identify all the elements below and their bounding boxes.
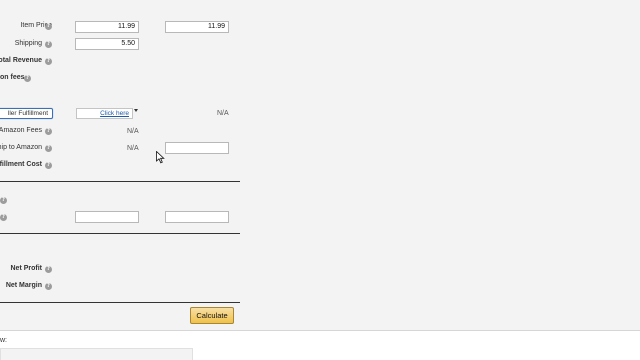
help-icon[interactable]: ? [45, 162, 52, 169]
section-divider [0, 181, 240, 182]
net-margin-label: Net Margin [5, 282, 42, 289]
section-divider [0, 302, 240, 303]
help-icon[interactable]: ? [45, 145, 52, 152]
help-icon[interactable]: ? [45, 41, 52, 48]
revenue-calculator: Item Price ? 11.99 11.99 Shipping ? 5.50… [0, 0, 640, 330]
amazon-fees-heading: on fees [0, 74, 25, 81]
fulfillment-na: N/A [217, 110, 229, 117]
fulfillment-cost-label: lfillment Cost [0, 161, 42, 168]
calculate-button[interactable]: Calculate [190, 307, 234, 324]
click-here-dropdown[interactable]: Click here [76, 108, 133, 119]
cost-input-2[interactable] [165, 211, 229, 223]
fulfillment-select[interactable]: ller Fulfillment [0, 108, 53, 119]
net-profit-label: Net Profit [10, 265, 43, 272]
help-icon[interactable]: ? [45, 58, 52, 65]
help-icon[interactable]: ? [45, 266, 52, 273]
bottom-label: w: [0, 337, 7, 344]
ship-to-amazon-label: hip to Amazon [0, 144, 42, 151]
total-revenue-label: Total Revenue [0, 57, 42, 64]
cost-input[interactable] [75, 211, 139, 223]
help-icon[interactable]: ? [0, 197, 7, 204]
shipping-label: Shipping [14, 40, 42, 47]
help-icon[interactable]: ? [45, 23, 52, 30]
section-divider [0, 233, 240, 234]
help-icon[interactable]: ? [0, 214, 7, 221]
dropdown-caret-icon[interactable] [134, 109, 138, 112]
bottom-panel: w: [0, 330, 640, 360]
click-here-link[interactable]: Click here [100, 110, 129, 117]
ship-to-amazon-na: N/A [127, 145, 139, 152]
help-icon[interactable]: ? [24, 75, 31, 82]
help-icon[interactable]: ? [45, 128, 52, 135]
item-price-input-2[interactable]: 11.99 [165, 21, 229, 33]
amazon-fees-label: y Amazon Fees [0, 127, 42, 134]
ship-to-amazon-input[interactable] [165, 142, 229, 154]
amazon-fees-na: N/A [127, 128, 139, 135]
bottom-box [0, 348, 193, 360]
shipping-input[interactable]: 5.50 [75, 38, 139, 50]
mouse-pointer-icon [156, 151, 165, 164]
help-icon[interactable]: ? [45, 283, 52, 290]
item-price-input[interactable]: 11.99 [75, 21, 139, 33]
